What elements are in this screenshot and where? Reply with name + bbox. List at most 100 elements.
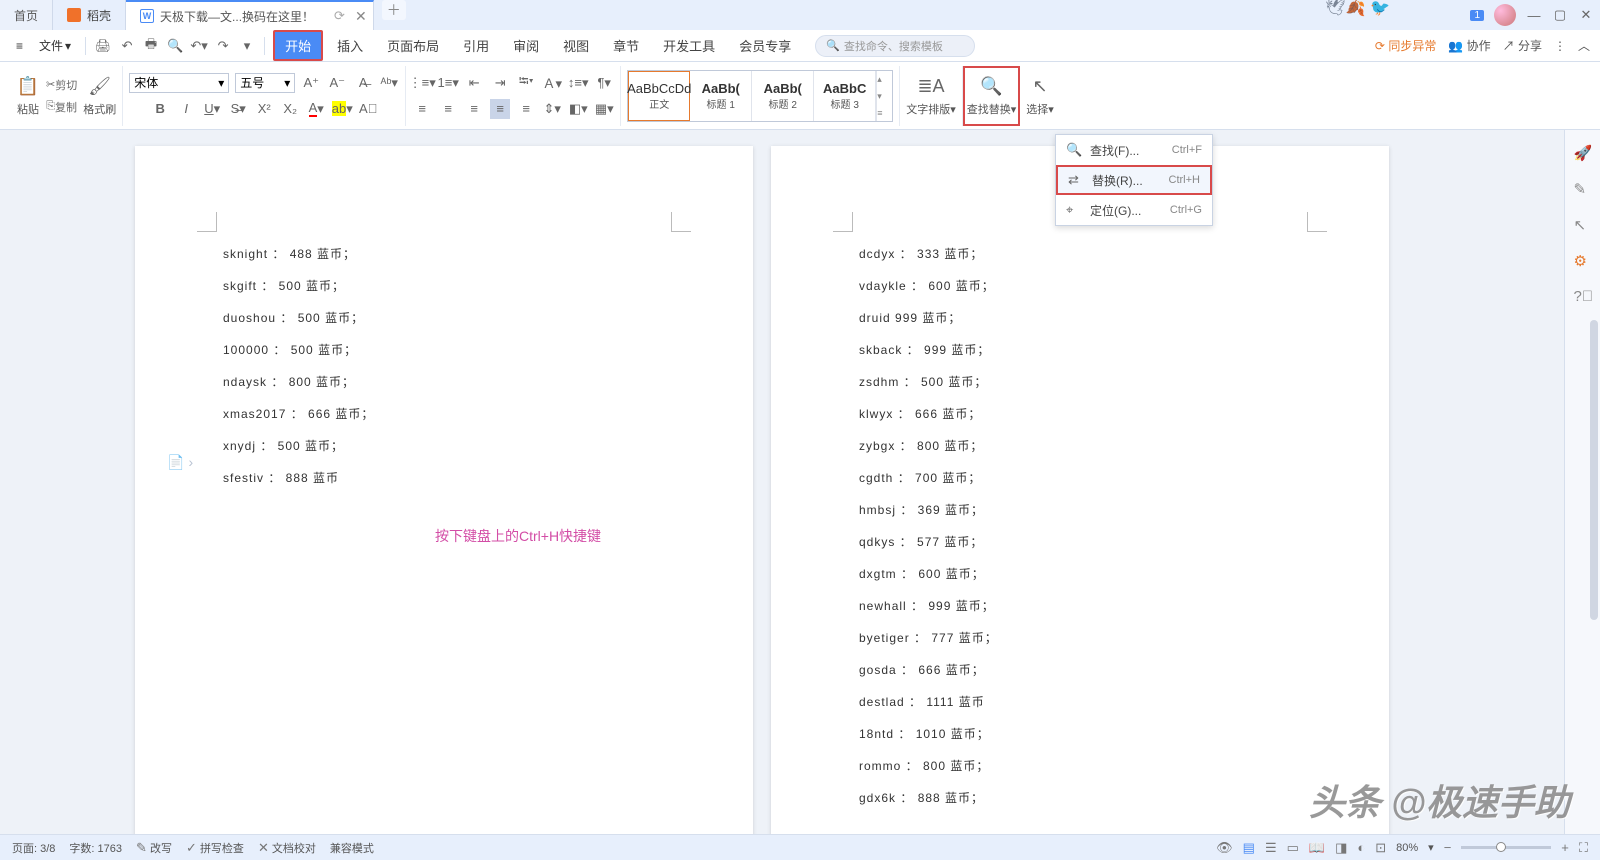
dropdown-replace[interactable]: ⇄替换(R)...Ctrl+H <box>1056 165 1212 195</box>
tab-home[interactable]: 首页 <box>0 0 53 30</box>
close-tab-icon[interactable]: ✕ <box>355 8 367 25</box>
underline-icon[interactable]: U▾ <box>202 99 222 119</box>
close-window-icon[interactable]: ✕ <box>1578 7 1594 23</box>
ribbon-tab-ref[interactable]: 引用 <box>453 32 499 59</box>
superscript-icon[interactable]: X² <box>254 99 274 119</box>
indent-icon[interactable]: ⇥ <box>490 73 510 93</box>
more-icon[interactable]: ▾ <box>238 37 256 55</box>
subscript-icon[interactable]: X₂ <box>280 99 300 119</box>
font-size-combo[interactable]: 五号▾ <box>235 73 295 93</box>
ribbon-tab-start[interactable]: 开始 <box>273 30 323 61</box>
ribbon-tab-dev[interactable]: 开发工具 <box>653 32 725 59</box>
file-menu[interactable]: 文件 ▾ <box>33 35 77 56</box>
collapse-icon[interactable]: ︿ <box>1578 37 1590 54</box>
save-icon[interactable]: 🖨 <box>94 37 112 55</box>
ribbon-tab-member[interactable]: 会员专享 <box>729 32 801 59</box>
align-dist-icon[interactable]: ≡ <box>516 99 536 119</box>
zoom-value[interactable]: 80% <box>1396 842 1418 854</box>
print-icon[interactable]: 🖶 <box>142 37 160 55</box>
status-mode[interactable]: 兼容模式 <box>330 840 374 856</box>
eye-icon[interactable]: 👁 <box>1216 840 1233 856</box>
collab-button[interactable]: 👥 协作 <box>1448 37 1490 54</box>
line-spacing-icon[interactable]: ↕≡▾ <box>568 73 588 93</box>
nightmode-icon[interactable]: ◐ <box>1357 840 1365 855</box>
bullets-icon[interactable]: ⋮≡▾ <box>412 73 432 93</box>
style-gallery[interactable]: AaBbCcDd正文 AaBb(标题 1 AaBb(标题 2 AaBbC标题 3… <box>627 70 893 122</box>
align-justify-icon[interactable]: ≡ <box>490 99 510 119</box>
clear-format-icon[interactable]: A̶ <box>353 73 373 93</box>
zoom-in-icon[interactable]: + <box>1561 840 1569 855</box>
status-page[interactable]: 页面: 3/8 <box>12 840 55 856</box>
pilcrow-icon[interactable]: ¶▾ <box>594 73 614 93</box>
minimize-icon[interactable]: — <box>1526 7 1542 23</box>
share-button[interactable]: ↗ 分享 <box>1503 37 1542 54</box>
command-search[interactable]: 🔍 查找命令、搜索模板 <box>815 35 975 57</box>
font-color-icon[interactable]: A▾ <box>306 99 326 119</box>
ribbon-tab-section[interactable]: 章节 <box>603 32 649 59</box>
hamburger-icon[interactable]: ≡ <box>10 37 29 55</box>
undo2-icon[interactable]: ↶▾ <box>190 37 208 55</box>
text-pane-button[interactable]: ≣A文字排版▾ <box>906 75 956 117</box>
add-tab-button[interactable]: ＋ <box>382 0 406 20</box>
refresh-icon[interactable]: ⟳ <box>334 8 345 24</box>
status-words[interactable]: 字数: 1763 <box>69 840 122 856</box>
align-center-icon[interactable]: ≡ <box>438 99 458 119</box>
borders-icon[interactable]: ▦▾ <box>594 99 614 119</box>
style-h1[interactable]: AaBb(标题 1 <box>690 71 752 121</box>
grow-font-icon[interactable]: A⁺ <box>301 73 321 93</box>
avatar[interactable] <box>1494 4 1516 26</box>
ruler-icon[interactable]: ⊡ <box>1375 840 1386 856</box>
status-edit[interactable]: ✎ 改写 <box>136 840 172 856</box>
maximize-icon[interactable]: ▢ <box>1552 7 1568 23</box>
settings-icon[interactable]: ⚙ <box>1574 252 1592 270</box>
pen-icon[interactable]: ✎ <box>1574 180 1592 198</box>
ribbon-tab-layout[interactable]: 页面布局 <box>377 32 449 59</box>
focus-icon[interactable]: ◨ <box>1335 840 1347 856</box>
dropdown-find[interactable]: 🔍查找(F)...Ctrl+F <box>1056 135 1212 165</box>
case-icon[interactable]: ᴬᵇ▾ <box>379 73 399 93</box>
char-border-icon[interactable]: A⃞ <box>358 99 378 119</box>
paste-button[interactable]: 📋粘贴 <box>16 75 40 117</box>
rocket-icon[interactable]: 🚀 <box>1574 144 1592 162</box>
dropdown-goto[interactable]: ⌖定位(G)...Ctrl+G <box>1056 195 1212 225</box>
style-body[interactable]: AaBbCcDd正文 <box>628 71 690 121</box>
view-read-icon[interactable]: 📖 <box>1309 840 1325 856</box>
align-right-icon[interactable]: ≡ <box>464 99 484 119</box>
document-workspace[interactable]: 📄 › sknight ： 488 蓝币；skgift ： 500 蓝币；duo… <box>0 130 1564 834</box>
highlight-icon[interactable]: ab▾ <box>332 99 352 119</box>
style-h2[interactable]: AaBb(标题 2 <box>752 71 814 121</box>
sync-status[interactable]: ⟳ 同步异常 <box>1375 37 1436 54</box>
zoom-out-icon[interactable]: − <box>1444 840 1452 855</box>
style-scroll[interactable]: ▴▾≡ <box>876 71 892 121</box>
shrink-font-icon[interactable]: A⁻ <box>327 73 347 93</box>
status-proof[interactable]: ✕ 文档校对 <box>258 840 316 856</box>
view-outline-icon[interactable]: ☰ <box>1265 840 1277 856</box>
numbering-icon[interactable]: 1≡▾ <box>438 73 458 93</box>
font-name-combo[interactable]: 宋体▾ <box>129 73 229 93</box>
style-h3[interactable]: AaBbC标题 3 <box>814 71 876 121</box>
cut-button[interactable]: ✂ 剪切 <box>46 75 77 95</box>
tab-icon[interactable]: ⭾▾ <box>516 73 536 93</box>
pointer-icon[interactable]: ↖ <box>1574 216 1592 234</box>
outdent-icon[interactable]: ⇤ <box>464 73 484 93</box>
preview-icon[interactable]: 🔍 <box>166 37 184 55</box>
help-icon[interactable]: ?⃝ <box>1574 288 1592 306</box>
undo-icon[interactable]: ↶ <box>118 37 136 55</box>
notify-badge[interactable]: 1 <box>1470 10 1484 21</box>
select-button[interactable]: ↖选择▾ <box>1026 75 1054 117</box>
tab-daoke[interactable]: 稻壳 <box>53 0 126 30</box>
view-web-icon[interactable]: ▭ <box>1287 840 1299 856</box>
ribbon-tab-review[interactable]: 审阅 <box>503 32 549 59</box>
find-replace-button[interactable]: 🔍查找替换▾ <box>967 75 1017 117</box>
scrollbar-thumb[interactable] <box>1590 320 1598 620</box>
char-shading-icon[interactable]: Ａ▾ <box>542 73 562 93</box>
view-print-icon[interactable]: ▤ <box>1243 840 1255 856</box>
redo-icon[interactable]: ↷ <box>214 37 232 55</box>
ribbon-tab-insert[interactable]: 插入 <box>327 32 373 59</box>
shading-icon[interactable]: ◧▾ <box>568 99 588 119</box>
spacing-icon[interactable]: ⇕▾ <box>542 99 562 119</box>
overflow-icon[interactable]: ⋮ <box>1554 39 1566 53</box>
format-brush-button[interactable]: 🖌格式刷 <box>83 75 116 117</box>
strike-icon[interactable]: S̶▾ <box>228 99 248 119</box>
ribbon-tab-view[interactable]: 视图 <box>553 32 599 59</box>
